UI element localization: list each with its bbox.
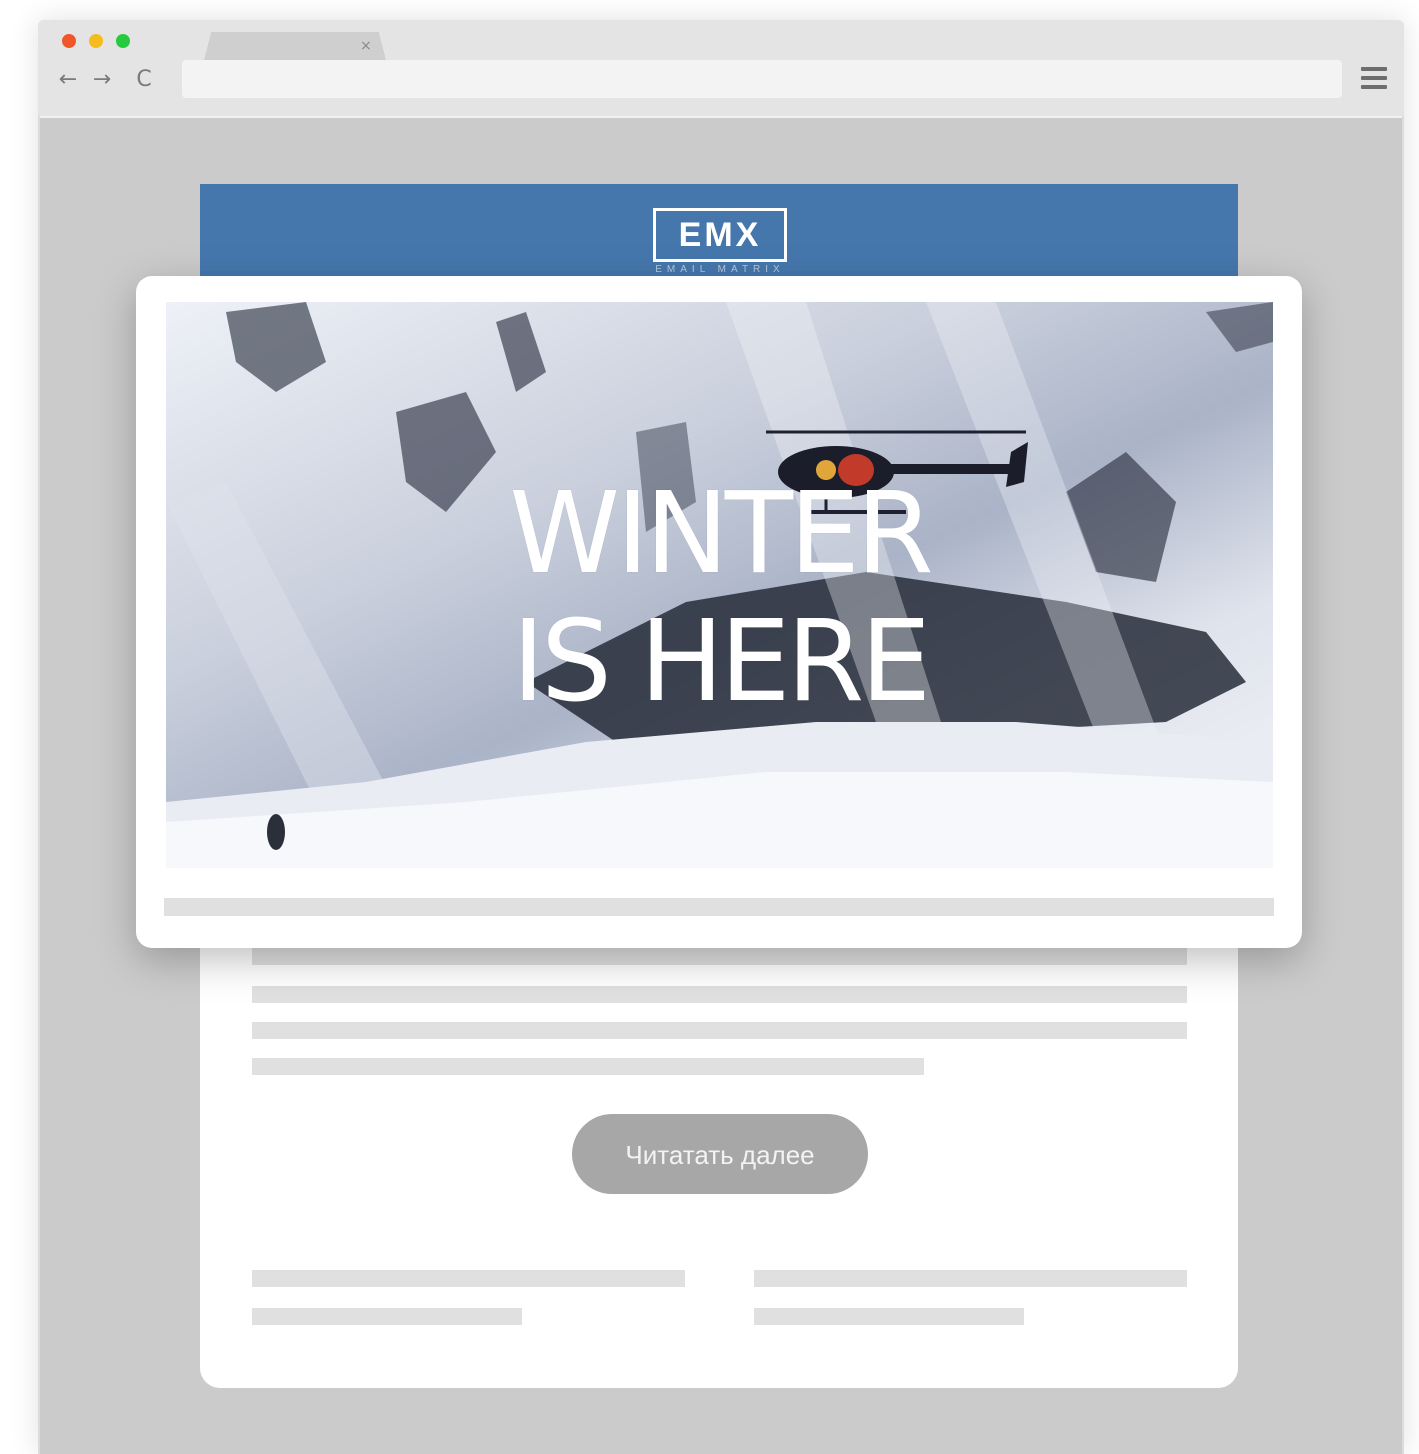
hero-card: WINTER IS HERE — [136, 276, 1302, 948]
close-icon[interactable]: × — [360, 34, 372, 58]
hero-headline-line-2: IS HERE — [511, 597, 931, 727]
arrow-right-icon[interactable]: → — [88, 64, 116, 96]
text-placeholder-line — [754, 1308, 1024, 1325]
address-bar[interactable] — [182, 60, 1342, 98]
text-placeholder-line — [252, 948, 1187, 965]
close-window-button[interactable] — [62, 34, 76, 48]
text-placeholder-line — [164, 898, 1274, 916]
text-placeholder-line — [252, 1308, 522, 1325]
hero-headline: WINTER IS HERE — [166, 470, 1273, 726]
hero-headline-line-1: WINTER — [509, 469, 934, 599]
hamburger-menu-icon[interactable] — [1361, 67, 1387, 89]
arrow-left-icon[interactable]: ← — [54, 64, 82, 96]
minimize-window-button[interactable] — [89, 34, 103, 48]
browser-toolbar: × ← → C — [38, 20, 1404, 116]
page-viewport: EMX EMAIL MATRIX Читатать далее WINTER I… — [40, 116, 1402, 1454]
browser-window: × ← → C EMX EMAIL MATRIX Читатать далее — [38, 20, 1404, 1454]
read-more-button[interactable]: Читатать далее — [572, 1114, 868, 1194]
text-placeholder-line — [252, 1058, 924, 1075]
text-placeholder-line — [754, 1270, 1187, 1287]
text-placeholder-line — [252, 1270, 685, 1287]
hero-image: WINTER IS HERE — [166, 302, 1273, 868]
emx-logo: EMX — [653, 208, 787, 262]
maximize-window-button[interactable] — [116, 34, 130, 48]
reload-icon[interactable]: C — [130, 64, 158, 96]
text-placeholder-line — [252, 986, 1187, 1003]
logo-subtitle: EMAIL MATRIX — [655, 264, 785, 275]
browser-tab[interactable] — [204, 32, 386, 60]
text-placeholder-line — [252, 1022, 1187, 1039]
